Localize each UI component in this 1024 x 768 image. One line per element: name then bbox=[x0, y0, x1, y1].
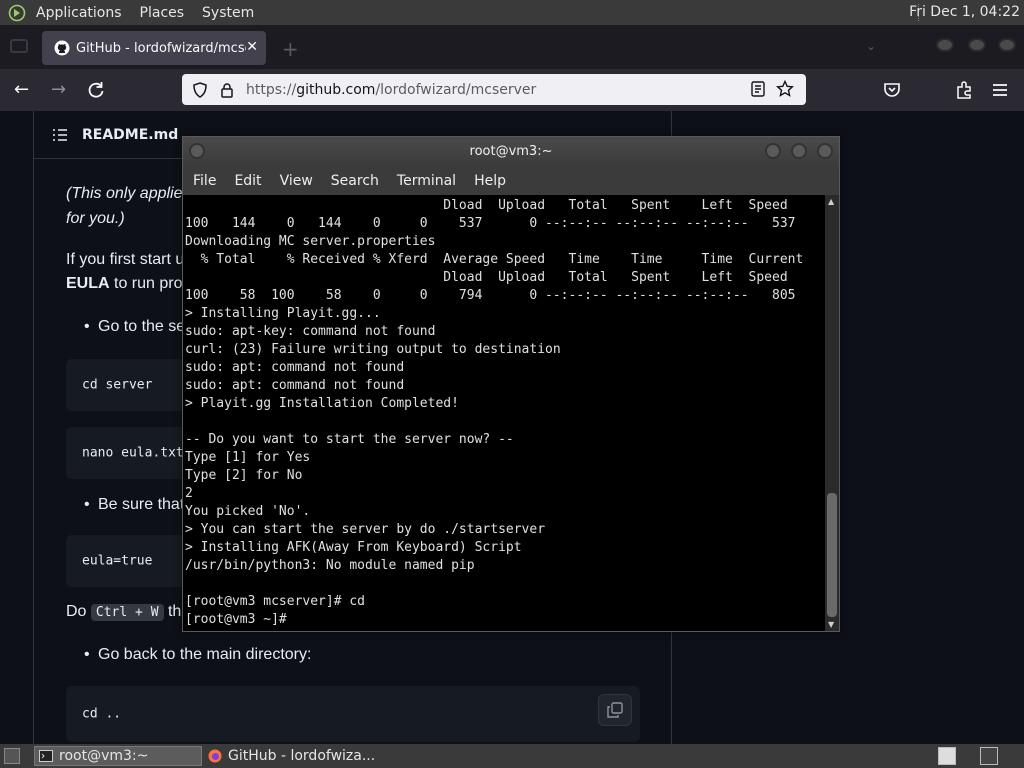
workspace-1[interactable] bbox=[938, 747, 956, 765]
taskbar-item-terminal[interactable]: root@vm3:~ bbox=[34, 746, 202, 766]
readme-text-4-rest: to run pro bbox=[109, 275, 183, 292]
terminal-scrollbar[interactable]: ▲ ▼ bbox=[825, 195, 839, 631]
tracking-protection-icon[interactable] bbox=[192, 81, 208, 98]
readme-text-italic-1: (This only applie bbox=[66, 185, 183, 202]
lock-icon[interactable] bbox=[220, 82, 234, 98]
terminal-icon bbox=[39, 750, 53, 762]
firefox-icon bbox=[208, 749, 222, 763]
scroll-up-icon[interactable]: ▲ bbox=[828, 197, 834, 206]
tab-github[interactable]: GitHub - lordofwizard/mcse ✕ bbox=[42, 31, 266, 65]
code-text: nano eula.txt bbox=[82, 445, 184, 461]
pocket-icon[interactable] bbox=[882, 80, 902, 100]
reload-icon[interactable] bbox=[86, 80, 106, 100]
url-path: /lordofwizard/mcserver bbox=[375, 81, 537, 98]
show-desktop-icon[interactable] bbox=[4, 748, 20, 764]
terminal-minimize-icon[interactable] bbox=[765, 143, 781, 159]
list-item: Go back to the main directory: bbox=[84, 646, 311, 664]
browser-tab-bar: GitHub - lordofwizard/mcse ✕ + ⌄ bbox=[0, 25, 1024, 69]
taskbar-label: GitHub - lordofwiza... bbox=[228, 748, 376, 764]
tab-title: GitHub - lordofwizard/mcse bbox=[76, 40, 246, 56]
places-menu[interactable]: Places bbox=[140, 5, 185, 21]
distro-logo-icon[interactable] bbox=[6, 2, 28, 24]
address-bar[interactable]: https://github.com/lordofwizard/mcserver bbox=[182, 74, 806, 105]
keyboard-shortcut: Ctrl + W bbox=[90, 604, 164, 621]
new-tab-icon[interactable]: + bbox=[282, 37, 299, 61]
menu-edit[interactable]: Edit bbox=[234, 173, 261, 189]
menu-file[interactable]: File bbox=[193, 173, 216, 189]
code-text: eula=true bbox=[82, 553, 153, 569]
clock[interactable]: Fri Dec 1, 04:22 bbox=[909, 4, 1020, 20]
list-item: Be sure that bbox=[84, 496, 184, 514]
taskbar-label: root@vm3:~ bbox=[59, 748, 149, 764]
menu-search[interactable]: Search bbox=[331, 173, 379, 189]
applications-menu[interactable]: Applications bbox=[36, 5, 122, 21]
terminal-text: Dload Upload Total Spent Left Speed 100 … bbox=[185, 198, 804, 627]
url-domain: github.com bbox=[296, 81, 376, 98]
github-icon bbox=[54, 40, 70, 56]
readme-text-4: EULA to run pro bbox=[66, 275, 183, 293]
readme-do-text: Do bbox=[66, 603, 87, 620]
url-prefix: https:// bbox=[246, 81, 297, 98]
extensions-icon[interactable] bbox=[954, 80, 974, 100]
readme-text-italic-2: for you.) bbox=[66, 210, 125, 227]
terminal-titlebar[interactable]: root@vm3:~ bbox=[183, 137, 839, 167]
bottom-panel: root@vm3:~ GitHub - lordofwiza... bbox=[0, 744, 1024, 768]
terminal-title: root@vm3:~ bbox=[469, 144, 553, 159]
tab-overflow-icon[interactable]: ⌄ bbox=[866, 39, 876, 53]
eula-bold: EULA bbox=[66, 275, 110, 292]
terminal-close-icon[interactable] bbox=[817, 143, 833, 159]
system-menu[interactable]: System bbox=[202, 5, 254, 21]
reader-view-icon[interactable] bbox=[750, 81, 766, 97]
list-all-tabs-icon[interactable] bbox=[10, 39, 28, 53]
menu-help[interactable]: Help bbox=[474, 173, 506, 189]
code-text: cd server bbox=[82, 377, 153, 393]
readme-do-rest: th bbox=[167, 603, 182, 620]
app-menu-icon[interactable] bbox=[990, 80, 1010, 100]
list-item: Go to the se bbox=[84, 318, 185, 336]
scroll-down-icon[interactable]: ▼ bbox=[828, 620, 834, 629]
scrollbar-thumb[interactable] bbox=[827, 493, 837, 617]
readme-title: README.md bbox=[82, 126, 179, 143]
window-menu-icon[interactable] bbox=[189, 143, 205, 159]
minimize-window-icon[interactable] bbox=[936, 38, 954, 52]
terminal-window[interactable]: root@vm3:~ File Edit View Search Termina… bbox=[182, 136, 840, 632]
top-panel: Applications Places System Fri Dec 1, 04… bbox=[0, 0, 1024, 25]
copy-icon bbox=[607, 702, 623, 718]
readme-ctrlw-line: Do Ctrl + W th bbox=[66, 603, 181, 621]
menu-terminal[interactable]: Terminal bbox=[397, 173, 456, 189]
copy-button[interactable] bbox=[598, 694, 632, 726]
readme-text-3: If you first start u bbox=[66, 251, 185, 268]
close-window-icon[interactable] bbox=[998, 38, 1016, 52]
taskbar-item-firefox[interactable]: GitHub - lordofwiza... bbox=[204, 746, 404, 766]
code-block: cd .. bbox=[66, 686, 640, 742]
bookmark-star-icon[interactable] bbox=[776, 80, 794, 98]
menu-view[interactable]: View bbox=[280, 173, 313, 189]
back-icon[interactable]: ← bbox=[14, 79, 29, 100]
close-tab-icon[interactable]: ✕ bbox=[246, 39, 258, 55]
maximize-window-icon[interactable] bbox=[968, 38, 986, 52]
workspace-2[interactable] bbox=[980, 747, 998, 765]
forward-icon[interactable]: → bbox=[51, 79, 66, 100]
url-text[interactable]: https://github.com/lordofwizard/mcserver bbox=[246, 82, 536, 98]
terminal-maximize-icon[interactable] bbox=[791, 143, 807, 159]
terminal-output[interactable]: Dload Upload Total Spent Left Speed 100 … bbox=[183, 195, 825, 631]
terminal-menubar: File Edit View Search Terminal Help bbox=[183, 167, 839, 195]
outline-list-icon[interactable] bbox=[52, 127, 68, 143]
browser-nav-bar: ← → https://github.com/lordofwizard/mcse… bbox=[0, 69, 1024, 111]
code-text: cd .. bbox=[82, 706, 122, 722]
